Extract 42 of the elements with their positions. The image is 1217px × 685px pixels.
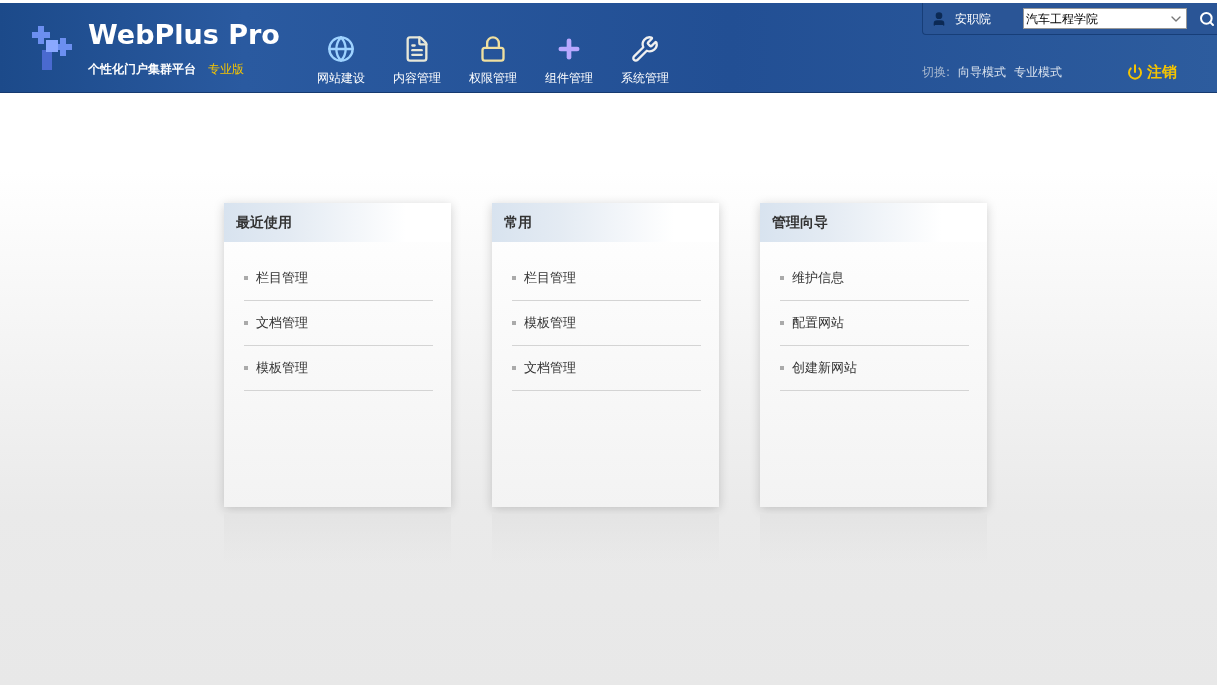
bullet-icon <box>244 321 248 325</box>
logo-subtitle: 个性化门户集群平台 <box>88 61 196 78</box>
nav-button[interactable]: 网站建设 <box>308 35 374 87</box>
panel-title: 管理向导 <box>772 213 828 232</box>
edition-label: 专业版 <box>208 61 244 78</box>
bullet-icon <box>780 276 784 280</box>
panel-title: 常用 <box>504 213 532 232</box>
panel-link[interactable]: 模板管理 <box>244 346 433 391</box>
bullet-icon <box>512 366 516 370</box>
mode-switch-label: 切换: <box>922 64 951 82</box>
panel-link[interactable]: 创建新网站 <box>780 346 969 391</box>
panel-title: 最近使用 <box>236 213 292 232</box>
panel-link[interactable]: 栏目管理 <box>244 256 433 301</box>
panel-link[interactable]: 模板管理 <box>512 301 701 346</box>
user-icon <box>931 10 947 27</box>
nav-button[interactable]: 内容管理 <box>384 35 450 87</box>
bullet-icon <box>244 366 248 370</box>
lock-icon <box>479 35 507 63</box>
wrench-icon <box>631 35 659 63</box>
panel-link[interactable]: 维护信息 <box>780 256 969 301</box>
nav-button[interactable]: 权限管理 <box>460 35 526 87</box>
bullet-icon <box>244 276 248 280</box>
mode-link[interactable]: 专业模式 <box>1014 63 1063 82</box>
logout-button[interactable]: 注销 <box>1127 61 1177 84</box>
panel-link[interactable]: 文档管理 <box>512 346 701 391</box>
panel-link[interactable]: 文档管理 <box>244 301 433 346</box>
nav-button[interactable]: 组件管理 <box>536 35 602 87</box>
panel-link[interactable]: 配置网站 <box>780 301 969 346</box>
logo-title: WebPlus Pro <box>88 21 280 48</box>
user-name: 安职院 <box>955 10 992 28</box>
bullet-icon <box>780 366 784 370</box>
mode-link[interactable]: 向导模式 <box>958 63 1007 82</box>
power-icon <box>1127 64 1143 81</box>
bullet-icon <box>512 321 516 325</box>
site-select[interactable]: 汽车工程学院 <box>1023 8 1187 29</box>
globe-icon <box>327 35 355 63</box>
search-icon[interactable] <box>1199 10 1215 27</box>
bullet-icon <box>512 276 516 280</box>
bullet-icon <box>780 321 784 325</box>
panel-link[interactable]: 栏目管理 <box>512 256 701 301</box>
nav-button[interactable]: 系统管理 <box>612 35 678 87</box>
site-select-value: 汽车工程学院 <box>1026 10 1099 28</box>
